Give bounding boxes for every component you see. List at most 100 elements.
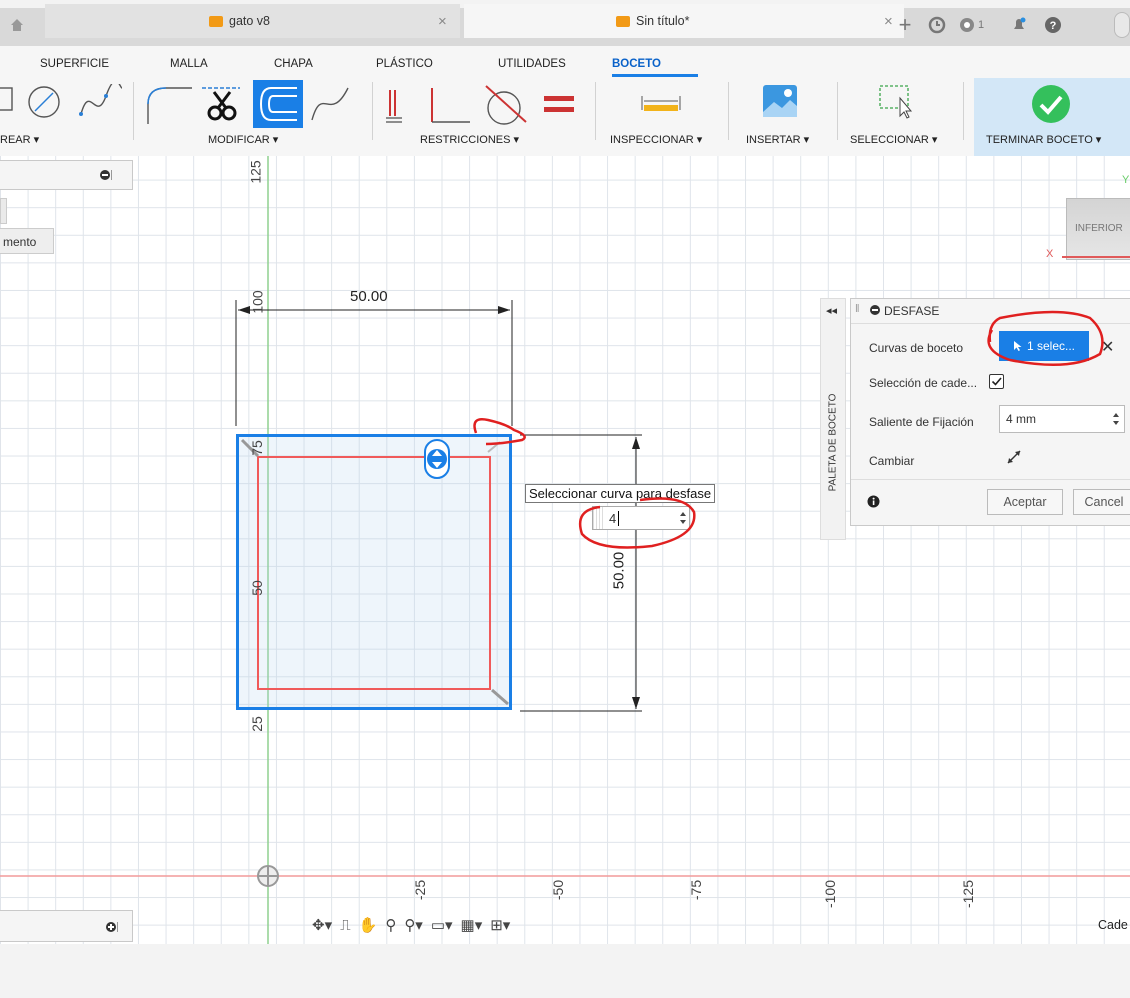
status-strip xyxy=(0,944,1130,998)
sketch-curves-selector[interactable]: 1 selec... xyxy=(999,331,1089,361)
expand-icon[interactable] xyxy=(105,921,119,936)
spinner-icon[interactable] xyxy=(1112,412,1120,426)
collapse-icon[interactable] xyxy=(869,304,881,319)
home-icon[interactable] xyxy=(4,12,30,38)
spline-edit-icon[interactable] xyxy=(308,84,352,127)
ruler-label: 75 xyxy=(248,440,265,456)
checkmark-icon[interactable] xyxy=(1031,84,1071,127)
cursor-icon xyxy=(1013,341,1022,351)
ruler-label: -25 xyxy=(412,879,429,901)
bell-icon[interactable] xyxy=(1006,12,1032,38)
chain-selection-label: Selección de cade... xyxy=(869,376,978,390)
ruler-label: -100 xyxy=(822,879,839,909)
ruler-label: -75 xyxy=(688,879,705,901)
close-icon[interactable]: × xyxy=(438,13,447,30)
ribbon-tab-boceto[interactable]: BOCETO xyxy=(612,58,661,70)
measure-icon[interactable] xyxy=(638,92,684,119)
circle-tool-icon[interactable] xyxy=(26,84,62,123)
sketch-curves-value: 1 selec... xyxy=(1026,339,1076,353)
clear-selection-icon[interactable]: ✕ xyxy=(1101,337,1114,357)
look-at-icon[interactable]: ⎍ xyxy=(340,917,351,934)
browser-item[interactable] xyxy=(0,198,7,224)
browser-panel-header xyxy=(0,160,133,190)
vertical-dimension[interactable]: 50.00 xyxy=(610,552,627,590)
spline-tool-icon[interactable] xyxy=(78,80,124,123)
fillet-tool-icon[interactable] xyxy=(144,84,194,127)
ribbon-tab-plastico[interactable]: PLÁSTICO xyxy=(376,58,433,70)
ribbon-tab-malla[interactable]: MALLA xyxy=(170,58,208,70)
job-status-icon[interactable] xyxy=(924,12,950,38)
info-icon[interactable] xyxy=(867,495,880,511)
bottom-right-label: Cade xyxy=(1098,918,1128,932)
active-tab-underline xyxy=(612,74,698,77)
tab-gato-v8[interactable]: gato v8 × xyxy=(45,4,460,38)
notifications-count: 1 xyxy=(978,19,985,31)
tangent-icon[interactable] xyxy=(482,82,528,131)
equal-icon[interactable] xyxy=(544,92,576,121)
notifications-icon[interactable]: 1 xyxy=(958,12,992,38)
viewports-icon[interactable]: ⊞▾ xyxy=(490,916,510,934)
ribbon-tab-utilidades[interactable]: UTILIDADES xyxy=(498,58,566,70)
flip-direction-icon[interactable] xyxy=(1006,449,1022,468)
separator xyxy=(728,82,729,140)
ruler-label: 100 xyxy=(249,290,266,314)
ribbon-tab-superficie[interactable]: SUPERFICIE xyxy=(40,58,109,70)
pan-icon[interactable]: ✋ xyxy=(359,916,378,934)
grid-icon[interactable]: ▦▾ xyxy=(461,916,483,934)
group-crear[interactable]: REAR ▾ xyxy=(0,133,39,146)
rectangle-tool-icon[interactable] xyxy=(0,82,16,121)
group-restricciones[interactable]: RESTRICCIONES ▾ xyxy=(420,133,519,146)
offset-position-label: Saliente de Fijación xyxy=(869,415,974,429)
navigation-toolbar: ✥▾ ⎍ ✋ ⚲ ⚲▾ ▭▾ ▦▾ ⊞▾ xyxy=(312,912,608,938)
zoom-icon[interactable]: ⚲ xyxy=(385,916,396,934)
group-seleccionar[interactable]: SELECCIONAR ▾ xyxy=(850,133,937,146)
offset-tool-icon[interactable] xyxy=(253,80,303,128)
group-insertar[interactable]: INSERTAR ▾ xyxy=(746,133,809,146)
horizontal-dimension[interactable]: 50.00 xyxy=(350,288,388,305)
trim-tool-icon[interactable] xyxy=(198,80,244,129)
selection-tooltip: Seleccionar curva para desfase xyxy=(525,484,716,503)
fit-icon[interactable]: ⚲▾ xyxy=(404,916,423,934)
view-cube-x-axis xyxy=(1062,256,1130,258)
sketch-palette-strip[interactable]: ◂◂ PALETA DE BOCETO xyxy=(820,298,846,540)
help-icon[interactable]: ? xyxy=(1040,12,1066,38)
chain-selection-checkbox[interactable] xyxy=(989,374,1004,389)
group-modificar[interactable]: MODIFICAR ▾ xyxy=(208,133,278,146)
tab-sin-titulo[interactable]: Sin título* × xyxy=(464,4,904,38)
orbit-icon[interactable]: ✥▾ xyxy=(312,916,332,934)
display-settings-icon[interactable]: ▭▾ xyxy=(431,916,453,934)
ruler-label: 25 xyxy=(248,716,265,732)
spinner-icon[interactable] xyxy=(679,511,687,525)
document-icon xyxy=(209,15,223,27)
expand-palette-icon[interactable]: ◂◂ xyxy=(826,304,837,317)
document-icon xyxy=(616,15,630,27)
view-cube[interactable]: INFERIOR xyxy=(1066,198,1130,260)
insert-image-icon[interactable] xyxy=(762,84,798,121)
palette-title: PALETA DE BOCETO xyxy=(827,393,839,492)
select-icon[interactable] xyxy=(878,84,918,123)
add-tab-icon[interactable]: + xyxy=(892,12,918,38)
perpendicular-icon[interactable] xyxy=(426,86,472,129)
ruler-label: -125 xyxy=(960,879,977,909)
divider xyxy=(851,479,1130,480)
dialog-title: DESFASE xyxy=(884,304,940,318)
offset-position-input[interactable]: 4 mm xyxy=(999,405,1125,433)
ruler-label: -50 xyxy=(550,879,567,901)
separator xyxy=(963,82,964,140)
separator xyxy=(133,82,134,140)
ok-button[interactable]: Aceptar xyxy=(987,489,1063,515)
drag-handle[interactable]: ‖ xyxy=(855,303,860,315)
cancel-button[interactable]: Cancel xyxy=(1073,489,1130,515)
sketch-curves-label: Curvas de boceto xyxy=(869,341,964,355)
ruler-label: 50 xyxy=(248,580,265,596)
group-inspeccionar[interactable]: INSPECCIONAR ▾ xyxy=(610,133,702,146)
browser-item-label[interactable]: mento xyxy=(0,228,54,254)
group-terminar-boceto[interactable]: TERMINAR BOCETO ▾ xyxy=(986,133,1101,146)
coincident-icon[interactable] xyxy=(384,86,406,129)
user-avatar[interactable] xyxy=(1114,12,1130,38)
text-cursor xyxy=(618,511,619,526)
ruler-label: 125 xyxy=(247,160,264,184)
offset-value-input[interactable]: 4 xyxy=(592,506,690,530)
collapse-icon[interactable] xyxy=(99,169,113,184)
ribbon-tab-chapa[interactable]: CHAPA xyxy=(274,58,313,70)
